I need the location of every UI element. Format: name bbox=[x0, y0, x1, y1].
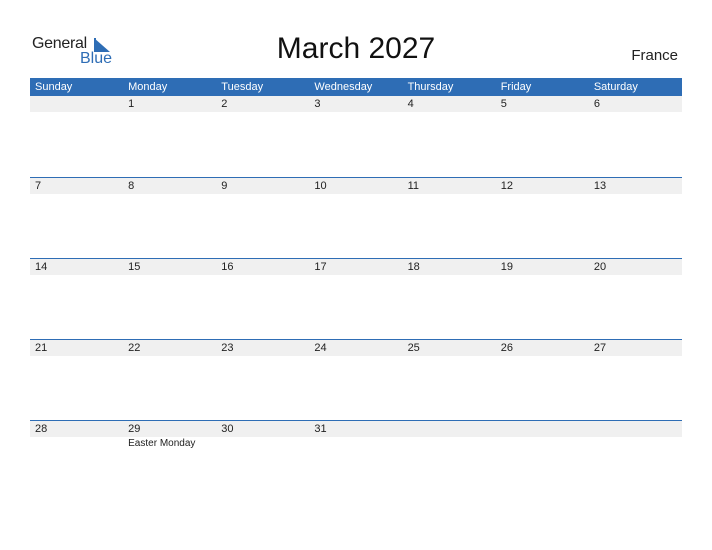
day-cell: 31 bbox=[314, 423, 327, 435]
day-cell: 26 bbox=[500, 342, 513, 354]
day-cell: 2 bbox=[221, 98, 228, 110]
event-label bbox=[30, 437, 123, 451]
day-cell: 30 bbox=[221, 423, 234, 435]
weekday-monday: Monday bbox=[128, 81, 168, 93]
day-cell: 12 bbox=[500, 180, 513, 192]
week-row-4: 21 22 23 24 25 26 27 bbox=[30, 339, 682, 356]
day-cell: 7 bbox=[35, 180, 42, 192]
country-label: France bbox=[631, 47, 678, 64]
week-row-1: 1 2 3 4 5 6 bbox=[30, 96, 682, 112]
week-row-5: 28 29 30 31 Easter Monday bbox=[30, 420, 682, 451]
day-cell: 9 bbox=[221, 180, 228, 192]
day-cell: 4 bbox=[407, 98, 414, 110]
calendar-title: March 2027 bbox=[276, 32, 436, 65]
holiday-label: Easter Monday bbox=[128, 438, 196, 449]
day-cell: 5 bbox=[500, 98, 507, 110]
weekday-saturday: Saturday bbox=[593, 81, 638, 93]
day-cell bbox=[403, 421, 496, 437]
day-cell: 22 bbox=[128, 342, 141, 354]
weekday-thursday: Thursday bbox=[407, 81, 454, 93]
day-cell: 14 bbox=[35, 261, 48, 273]
day-cell: 11 bbox=[407, 180, 419, 192]
day-cell: 28 bbox=[35, 423, 48, 435]
day-cell: 27 bbox=[593, 342, 607, 354]
day-cell: 13 bbox=[593, 180, 607, 192]
day-cell bbox=[496, 421, 589, 437]
day-cell: 3 bbox=[314, 98, 321, 110]
day-cell: 17 bbox=[314, 261, 327, 273]
event-label bbox=[216, 437, 309, 451]
event-label bbox=[589, 437, 682, 451]
week-row-2: 7 8 9 10 11 12 13 bbox=[30, 177, 682, 194]
day-cell: 6 bbox=[593, 98, 600, 110]
day-cell: 29 bbox=[128, 423, 141, 435]
event-label bbox=[496, 437, 589, 451]
day-cell bbox=[30, 96, 123, 112]
day-cell: 16 bbox=[221, 261, 234, 273]
day-cell bbox=[589, 421, 682, 437]
day-cell: 24 bbox=[314, 342, 327, 354]
event-label bbox=[309, 437, 402, 451]
day-cell: 19 bbox=[500, 261, 513, 273]
weekday-friday: Friday bbox=[500, 81, 532, 93]
day-cell: 25 bbox=[407, 342, 420, 354]
day-cell: 20 bbox=[593, 261, 607, 273]
event-label bbox=[403, 437, 496, 451]
day-cell: 15 bbox=[128, 261, 141, 273]
day-cell: 21 bbox=[35, 342, 48, 354]
weekday-header: Sunday Monday Tuesday Wednesday Thursday… bbox=[30, 78, 682, 96]
weekday-tuesday: Tuesday bbox=[221, 81, 264, 93]
day-cell: 1 bbox=[128, 98, 135, 110]
day-cell: 18 bbox=[407, 261, 420, 273]
week-row-3: 14 15 16 17 18 19 20 bbox=[30, 258, 682, 275]
weekday-wednesday: Wednesday bbox=[314, 81, 373, 93]
day-cell: 10 bbox=[314, 180, 327, 192]
day-cell: 23 bbox=[221, 342, 234, 354]
weekday-sunday: Sunday bbox=[35, 81, 73, 93]
day-cell: 8 bbox=[128, 180, 135, 192]
